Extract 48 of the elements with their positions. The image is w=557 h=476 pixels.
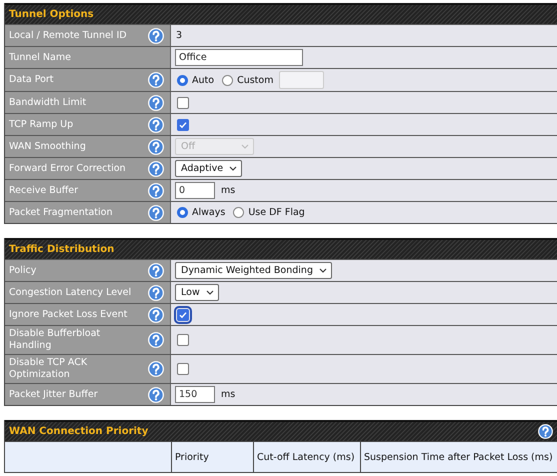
field-label: WAN Smoothing <box>9 140 86 152</box>
field-label: Forward Error Correction <box>9 162 126 174</box>
field-label: Local / Remote Tunnel ID <box>9 30 127 42</box>
radio-button[interactable] <box>222 74 234 86</box>
unit-label: ms <box>221 389 236 400</box>
field-label: Policy <box>9 264 36 276</box>
field-label: Packet Jitter Buffer <box>9 388 98 400</box>
unit-label: ms <box>221 185 236 196</box>
field-label: Ignore Packet Loss Event <box>9 308 128 320</box>
checkbox[interactable] <box>177 118 189 130</box>
field-label: Congestion Latency Level <box>9 286 132 298</box>
field-label: Packet Fragmentation <box>9 206 112 218</box>
caret-icon <box>318 268 327 273</box>
caret-icon <box>229 166 238 171</box>
dropdown[interactable]: Adaptive <box>175 160 242 177</box>
column-header: Cut-off Latency (ms) <box>253 442 360 472</box>
field-label: Tunnel Name <box>9 52 71 64</box>
caret-icon <box>241 144 250 149</box>
field-label: Receive Buffer <box>9 184 78 196</box>
field-label: Disable TCP ACK Optimization <box>9 357 88 381</box>
radio-label[interactable]: Custom <box>237 74 274 86</box>
text-field[interactable]: Office <box>175 49 303 66</box>
checkbox[interactable] <box>177 96 189 108</box>
help-icon[interactable] <box>538 424 553 439</box>
section-title: Traffic Distribution <box>9 244 114 255</box>
number-field[interactable]: 150 <box>175 386 215 403</box>
tunnel-id-value: 3 <box>176 30 182 41</box>
radio-label[interactable]: Always <box>192 207 226 218</box>
field-label: Bandwidth Limit <box>9 96 86 108</box>
checkbox[interactable] <box>177 363 189 375</box>
field-label: Disable Bufferbloat Handling <box>9 328 102 352</box>
number-field[interactable]: 0 <box>175 182 215 199</box>
radio-button[interactable] <box>177 207 188 218</box>
caret-icon <box>206 290 214 295</box>
column-header: Priority <box>171 442 253 472</box>
checkbox[interactable] <box>177 334 189 346</box>
radio-button[interactable] <box>177 74 188 86</box>
column-header: Suspension Time after Packet Loss (ms) <box>360 442 557 472</box>
radio-button[interactable] <box>233 207 244 218</box>
radio-label[interactable]: Use DF Flag <box>248 207 305 218</box>
dropdown[interactable]: Low <box>175 284 219 301</box>
section-title: WAN Connection Priority <box>9 426 148 437</box>
radio-label[interactable]: Auto <box>192 74 214 86</box>
port-field[interactable] <box>279 71 324 89</box>
field-label: TCP Ramp Up <box>9 118 74 130</box>
section-title: Tunnel Options <box>9 9 94 20</box>
dropdown[interactable]: Dynamic Weighted Bonding <box>175 262 332 279</box>
field-label: Data Port <box>9 74 54 86</box>
